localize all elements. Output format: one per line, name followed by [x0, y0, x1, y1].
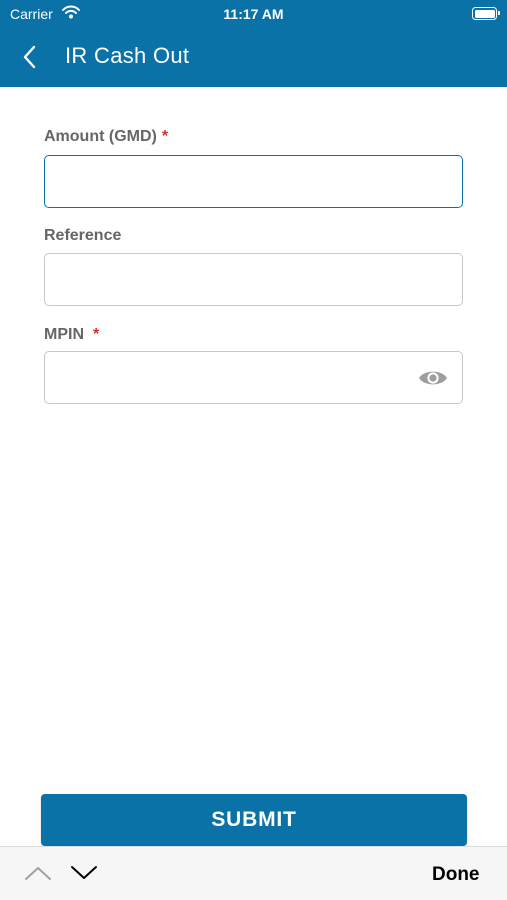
amount-label: Amount (GMD) * [44, 128, 168, 146]
nav-bar: IR Cash Out [0, 28, 507, 87]
back-chevron-icon[interactable] [16, 42, 44, 72]
page-title: IR Cash Out [65, 43, 190, 68]
reference-input[interactable] [44, 253, 463, 306]
mpin-input[interactable] [44, 351, 463, 404]
chevron-down-icon[interactable] [70, 864, 98, 882]
amount-label-text: Amount (GMD) [44, 128, 157, 145]
app-header: Carrier 11:17 AM IR Cash Out [0, 0, 507, 87]
chevron-up-icon[interactable] [24, 864, 52, 882]
mpin-required-mark: * [93, 326, 100, 343]
mpin-label: MPIN * [44, 326, 99, 344]
eye-icon[interactable] [418, 367, 448, 389]
status-time: 11:17 AM [223, 6, 284, 22]
reference-label: Reference [44, 227, 122, 244]
amount-input[interactable] [44, 155, 463, 208]
submit-button[interactable]: SUBMIT [41, 794, 467, 846]
battery-icon [472, 7, 500, 20]
status-bar: Carrier 11:17 AM [0, 0, 507, 28]
mpin-label-text: MPIN [44, 326, 84, 343]
keyboard-toolbar: Done [0, 846, 507, 900]
amount-required-mark: * [161, 128, 169, 145]
done-button[interactable]: Done [432, 864, 480, 886]
